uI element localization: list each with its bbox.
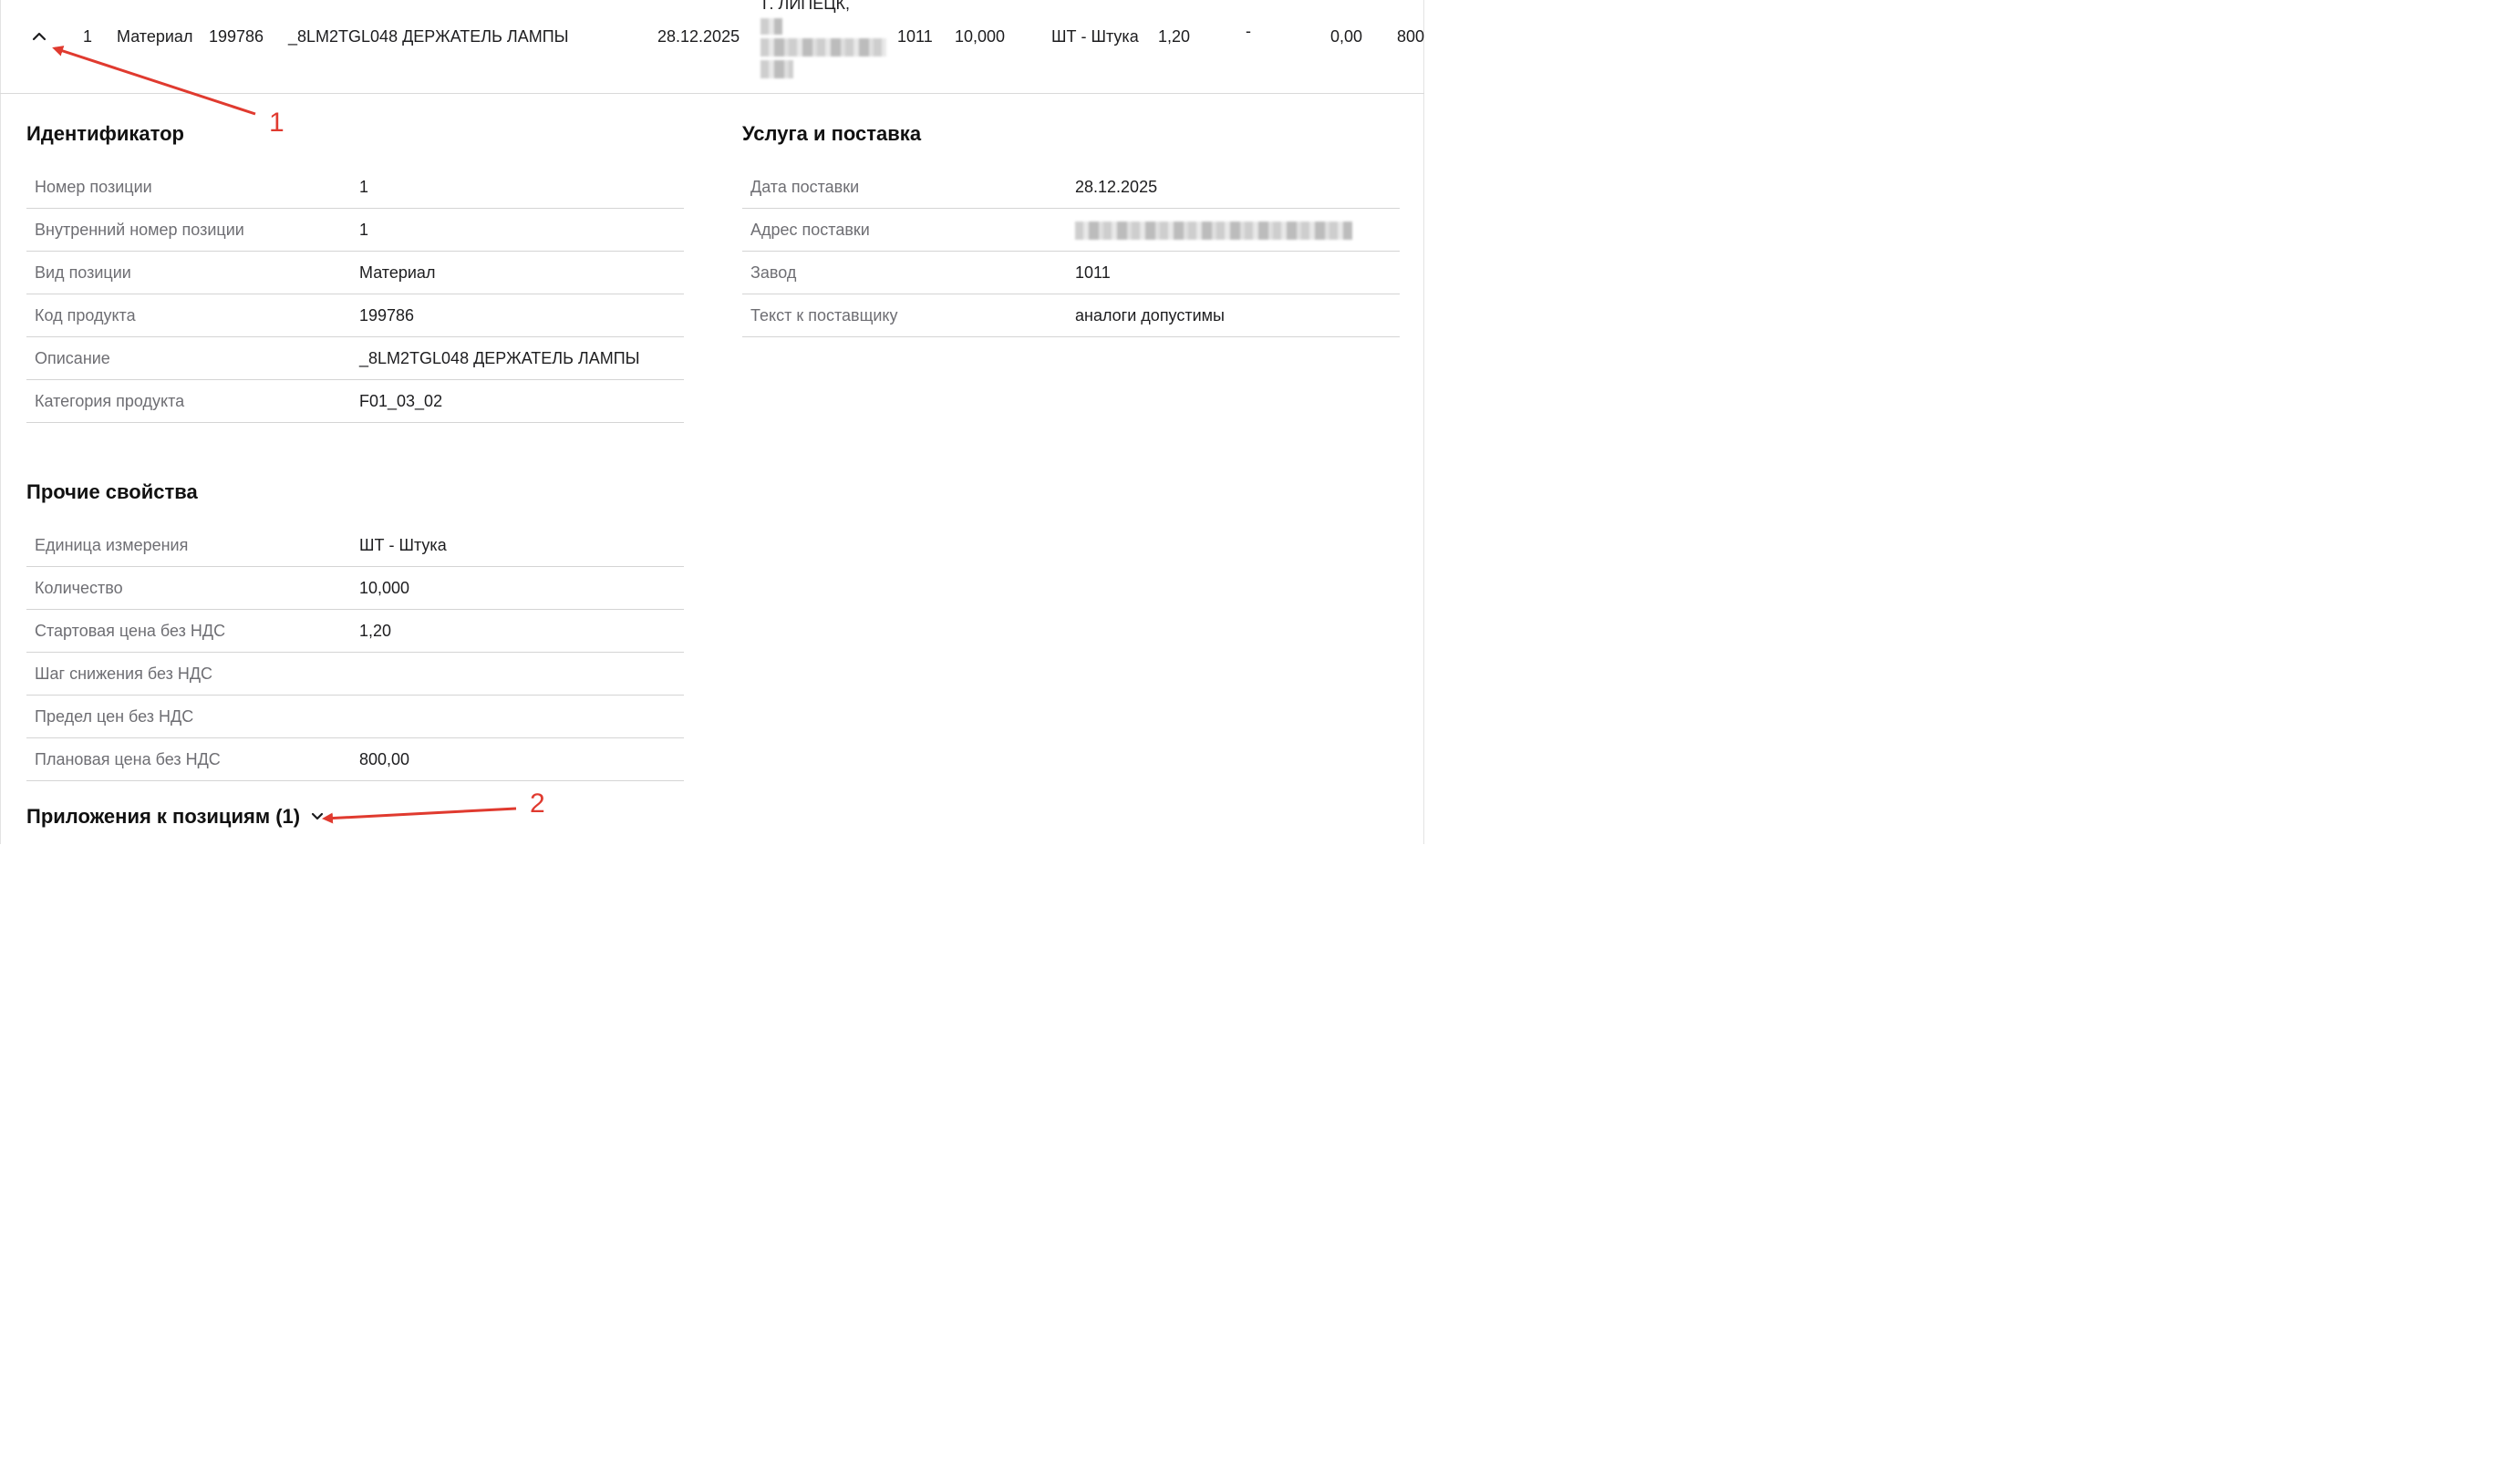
annotation-arrows [52, 46, 517, 824]
annotation-arrow-1 [52, 46, 256, 116]
annotation-label-2: 2 [530, 788, 545, 819]
annotation-label-1: 1 [269, 108, 284, 138]
annotation-arrow-2 [322, 807, 517, 824]
